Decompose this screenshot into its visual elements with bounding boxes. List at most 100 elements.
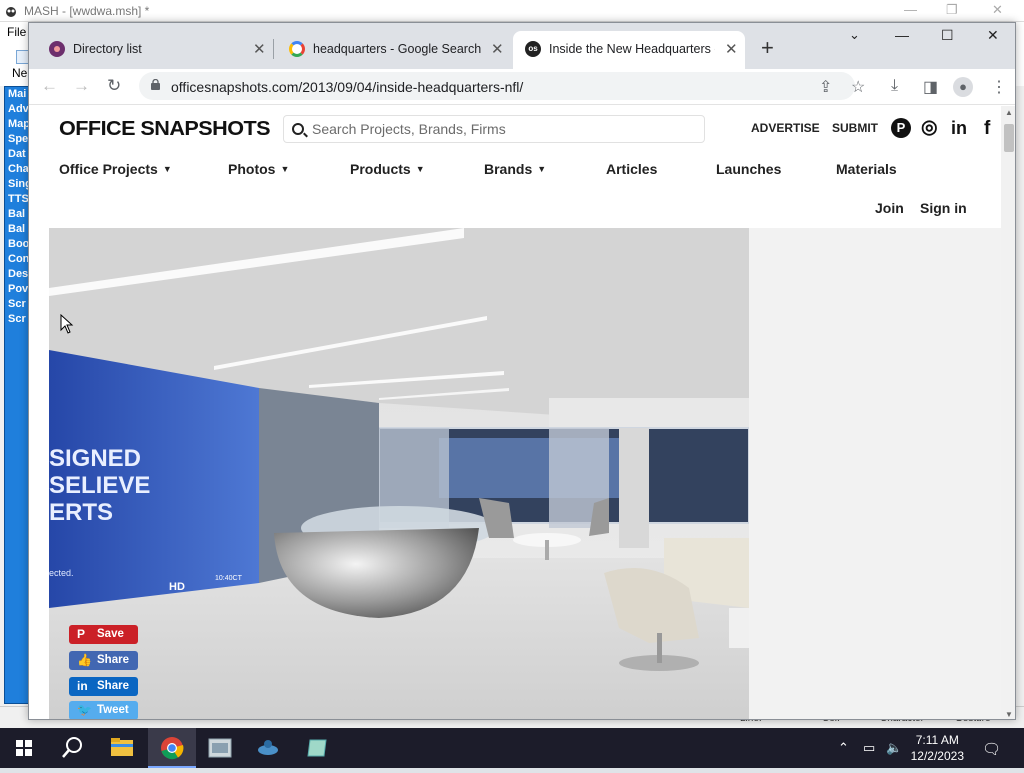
- nav-materials[interactable]: Materials: [836, 161, 897, 177]
- app-icon-1[interactable]: [196, 728, 244, 768]
- linkedin-icon[interactable]: in: [951, 118, 967, 139]
- bg-maximize-icon[interactable]: ❐: [946, 2, 958, 18]
- back-icon[interactable]: ←: [41, 76, 58, 96]
- directory-favicon: [49, 41, 65, 57]
- app-icon-3[interactable]: [294, 728, 342, 768]
- reload-icon[interactable]: ↻: [107, 76, 121, 96]
- forward-icon[interactable]: →: [73, 76, 90, 96]
- pinterest-save-button[interactable]: P Save: [69, 625, 138, 644]
- linkedin-share-button[interactable]: in Share: [69, 677, 138, 696]
- bg-list-item[interactable]: Boo: [5, 237, 29, 252]
- nav-label: Photos: [228, 161, 276, 177]
- nav-launches[interactable]: Launches: [716, 161, 781, 177]
- bg-list-item[interactable]: Map: [5, 117, 29, 132]
- caret-down-icon: ▼: [162, 164, 172, 174]
- nav-brands[interactable]: Brands ▼: [484, 161, 546, 177]
- bg-list-item[interactable]: Bal: [5, 207, 29, 222]
- bg-list-item[interactable]: Bal: [5, 222, 29, 237]
- more-menu-icon[interactable]: ⋮: [991, 77, 1007, 97]
- bg-menu-file[interactable]: File: [7, 25, 26, 39]
- bg-list-item[interactable]: Pov: [5, 282, 29, 297]
- bg-close-icon[interactable]: ✕: [992, 2, 1003, 18]
- facebook-icon[interactable]: f: [984, 118, 990, 140]
- tab-label: Directory list: [73, 42, 142, 56]
- scroll-up-icon[interactable]: ▲: [1005, 108, 1013, 117]
- close-tab-icon[interactable]: ✕: [725, 40, 738, 58]
- bg-list-item[interactable]: Cha: [5, 162, 29, 177]
- site-search-input[interactable]: [312, 120, 692, 138]
- side-panel-icon[interactable]: ◨: [923, 77, 938, 97]
- facebook-share-button[interactable]: 👍 Share: [69, 651, 138, 670]
- caret-down-icon: ▼: [280, 164, 290, 174]
- search-icon[interactable]: [48, 728, 96, 768]
- close-tab-icon[interactable]: ✕: [253, 40, 266, 58]
- instagram-icon[interactable]: ◎: [921, 116, 938, 139]
- chevron-down-icon[interactable]: ⌄: [849, 27, 860, 43]
- site-logo[interactable]: OFFICE SNAPSHOTS: [59, 118, 271, 141]
- nav-office-projects[interactable]: Office Projects ▼: [59, 161, 172, 177]
- tab-label: Inside the New Headquarters o: [549, 42, 715, 56]
- minimize-icon[interactable]: —: [895, 27, 909, 43]
- close-window-icon[interactable]: ✕: [987, 27, 999, 44]
- bg-list-item[interactable]: Scr: [5, 312, 29, 327]
- scroll-down-icon[interactable]: ▼: [1005, 710, 1013, 719]
- clock-date: 12/2/2023: [910, 749, 964, 763]
- wall-text-line: ERTS: [49, 499, 113, 526]
- nav-products[interactable]: Products ▼: [350, 161, 425, 177]
- bg-list-item[interactable]: Adv: [5, 102, 29, 117]
- chevron-up-icon[interactable]: ⌃: [838, 740, 849, 756]
- tab-directory-list[interactable]: Directory list ✕: [37, 31, 269, 69]
- bg-ribbon-new-label[interactable]: Ne: [12, 66, 27, 80]
- site-search-box[interactable]: [283, 115, 705, 143]
- bg-list-item[interactable]: Con: [5, 252, 29, 267]
- clock-time: 7:11 AM: [915, 733, 959, 747]
- nav-photos[interactable]: Photos ▼: [228, 161, 289, 177]
- tab-google-search[interactable]: headquarters - Google Search ✕: [277, 31, 509, 69]
- network-icon[interactable]: ▭: [863, 740, 875, 756]
- bg-list-item[interactable]: Mai: [5, 87, 29, 102]
- close-tab-icon[interactable]: ✕: [491, 40, 504, 58]
- join-link[interactable]: Join: [875, 200, 904, 216]
- bg-list-item[interactable]: Scr: [5, 297, 29, 312]
- maximize-icon[interactable]: ☐: [941, 27, 954, 44]
- webpage: OFFICE SNAPSHOTS ADVERTISE SUBMIT P ◎ in…: [29, 106, 1001, 719]
- start-icon[interactable]: [0, 728, 48, 768]
- nav-label: Products: [350, 161, 411, 177]
- scrollbar-thumb[interactable]: [1004, 124, 1014, 152]
- new-tab-icon[interactable]: +: [761, 35, 774, 61]
- officesnapshots-favicon: os: [525, 41, 541, 57]
- app-icon-2[interactable]: [244, 728, 292, 768]
- background-app-titlebar: MASH - [wwdwa.msh] * — ❐ ✕: [0, 0, 1024, 22]
- file-explorer-icon[interactable]: [98, 728, 146, 768]
- bg-list-item[interactable]: Sing: [5, 177, 29, 192]
- sign-in-link[interactable]: Sign in: [920, 200, 967, 216]
- hero-photo: SIGNED SELIEVE ERTS ected. HD 10:40CT: [49, 228, 749, 719]
- pinterest-icon: P: [77, 627, 86, 641]
- page-scrollbar[interactable]: ▲ ▼: [1001, 106, 1015, 719]
- system-clock[interactable]: 7:11 AM 12/2/2023: [911, 732, 964, 764]
- tab-office-snapshots[interactable]: os Inside the New Headquarters o ✕: [513, 31, 745, 69]
- twitter-tweet-button[interactable]: 🐦 Tweet: [69, 701, 138, 719]
- nav-articles[interactable]: Articles: [606, 161, 657, 177]
- pinterest-icon[interactable]: P: [891, 118, 911, 138]
- download-icon[interactable]: ⤓: [891, 77, 898, 95]
- bg-list-item[interactable]: TTS: [5, 192, 29, 207]
- twitter-icon: 🐦: [77, 703, 92, 717]
- submit-link[interactable]: SUBMIT: [832, 121, 878, 135]
- profile-avatar-icon[interactable]: ●: [953, 77, 973, 97]
- bg-list-item[interactable]: Des: [5, 267, 29, 282]
- wall-text-line: SELIEVE: [49, 472, 150, 499]
- sidebar-area: [749, 228, 1001, 719]
- bg-minimize-icon[interactable]: —: [904, 2, 917, 17]
- share-page-icon[interactable]: ⇪: [819, 77, 832, 97]
- lock-icon[interactable]: [151, 79, 160, 90]
- volume-muted-icon[interactable]: 🔈: [886, 740, 902, 756]
- bg-list-item[interactable]: Spe: [5, 132, 29, 147]
- url-text[interactable]: officesnapshots.com/2013/09/04/inside-he…: [171, 79, 523, 95]
- bookmark-star-icon[interactable]: ☆: [851, 77, 865, 97]
- chrome-icon[interactable]: [148, 728, 196, 768]
- notifications-icon[interactable]: 🗨: [982, 740, 1001, 758]
- bg-list-item[interactable]: Dat: [5, 147, 29, 162]
- omnibox[interactable]: officesnapshots.com/2013/09/04/inside-he…: [139, 72, 855, 100]
- advertise-link[interactable]: ADVERTISE: [751, 121, 820, 135]
